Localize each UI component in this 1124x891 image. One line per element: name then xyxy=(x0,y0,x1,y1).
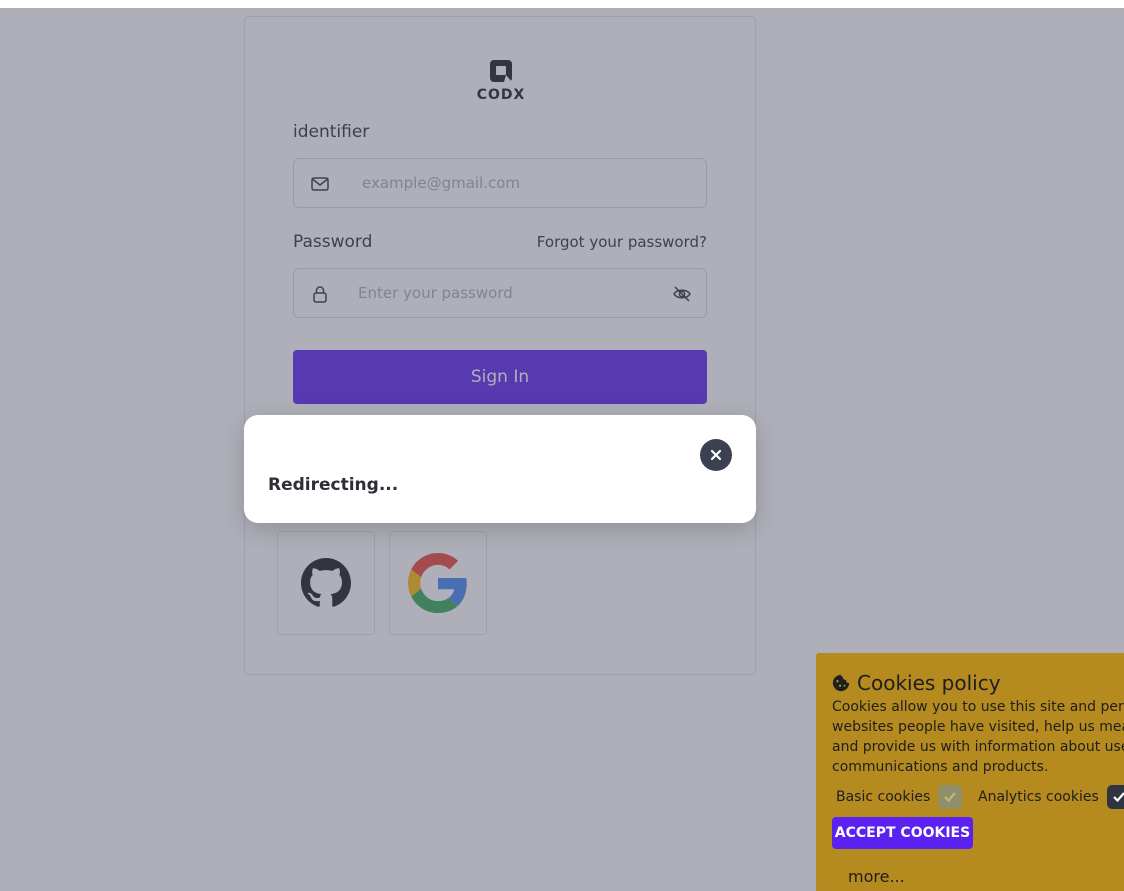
cookie-icon xyxy=(832,674,850,692)
check-icon xyxy=(1112,792,1124,803)
basic-cookies-option: Basic cookies xyxy=(836,785,963,809)
cookies-more-link[interactable]: more... xyxy=(848,867,905,886)
cookie-text-line: Cookies allow you to use this site and p… xyxy=(832,699,1124,715)
close-icon xyxy=(710,449,722,461)
cookie-banner: Cookies policy Cookies allow you to use … xyxy=(816,653,1124,891)
cookie-title: Cookies policy xyxy=(832,671,1001,695)
analytics-cookies-checkbox[interactable] xyxy=(1106,785,1124,809)
cookie-text-line: websites people have visited, help us me… xyxy=(832,719,1124,735)
basic-cookies-label: Basic cookies xyxy=(836,789,931,805)
analytics-cookies-option: Analytics cookies xyxy=(978,785,1124,809)
accept-cookies-button[interactable]: ACCEPT COOKIES xyxy=(832,817,973,849)
cookie-text-line: and provide us with information about us… xyxy=(832,739,1124,755)
close-toast-button[interactable] xyxy=(700,439,732,471)
analytics-cookies-label: Analytics cookies xyxy=(978,789,1099,805)
basic-cookies-checkbox[interactable] xyxy=(938,785,963,809)
cookie-title-text: Cookies policy xyxy=(857,671,1001,695)
top-strip xyxy=(0,0,1124,8)
redirect-toast: Redirecting... xyxy=(244,415,756,523)
toast-message: Redirecting... xyxy=(268,475,399,495)
cookie-text-line: communications and products. xyxy=(832,759,1049,775)
cookie-description: Cookies allow you to use this site and p… xyxy=(832,697,1124,777)
check-icon xyxy=(944,792,957,803)
